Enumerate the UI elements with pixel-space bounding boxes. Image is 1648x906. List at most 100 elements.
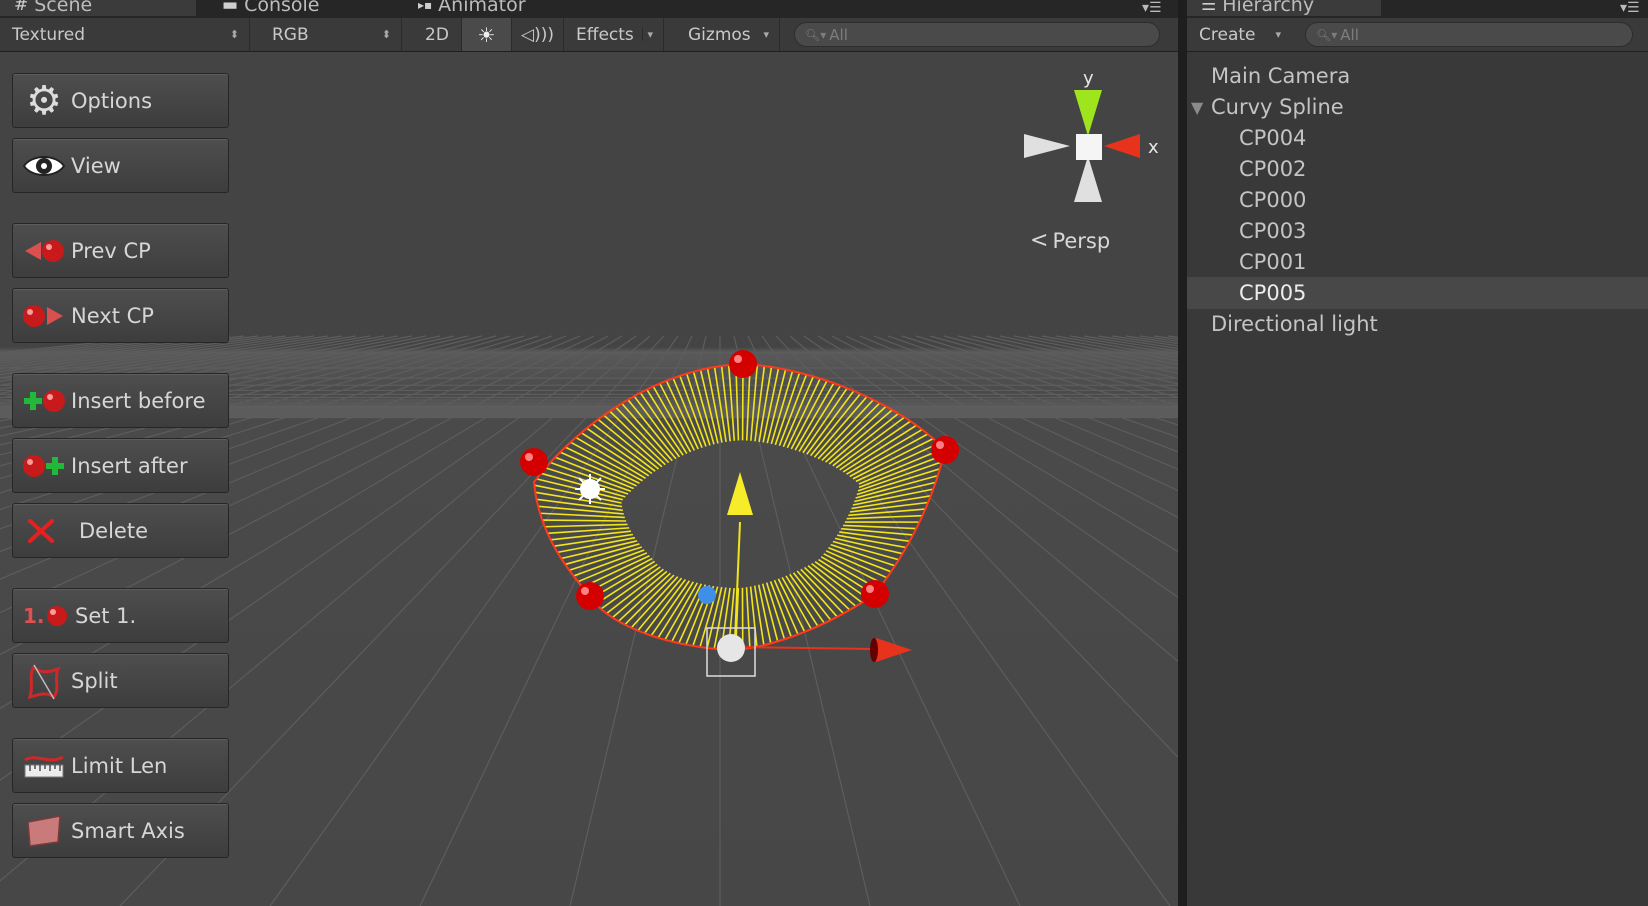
insert-before-button[interactable]: Insert before — [12, 373, 229, 428]
orientation-gizmo[interactable]: y x — [1012, 64, 1172, 214]
tab-scene[interactable]: # Scene — [0, 0, 196, 16]
effects-label: Effects — [576, 24, 634, 45]
hierarchy-item-cp005[interactable]: CP005 — [1187, 277, 1648, 309]
2d-toggle-button[interactable]: 2D — [414, 18, 462, 51]
hierarchy-item-label: CP001 — [1239, 250, 1307, 274]
next-cp-icon — [19, 296, 69, 336]
scene-search-placeholder: All — [829, 25, 848, 44]
hierarchy-item-label: CP002 — [1239, 157, 1307, 181]
gizmo-x-label: x — [1148, 137, 1159, 158]
scene-audio-toggle[interactable]: ◁))) — [512, 18, 564, 51]
hierarchy-item-label: Directional light — [1211, 312, 1378, 336]
next-cp-button[interactable]: Next CP — [12, 288, 229, 343]
split-button[interactable]: Split — [12, 653, 229, 708]
x-axis-cone[interactable] — [1104, 134, 1140, 158]
updown-icon: ⬍ — [229, 28, 239, 41]
search-icon: 🔍︎▾ — [1316, 27, 1338, 42]
expand-triangle-icon[interactable]: ▼ — [1191, 98, 1211, 117]
prev-cp-label: Prev CP — [71, 238, 151, 263]
tab-console[interactable]: ▬ Console — [208, 0, 398, 16]
hierarchy-item-cp003[interactable]: CP003 — [1187, 215, 1648, 247]
effects-dropdown[interactable]: Effects ▾ — [564, 18, 664, 51]
eye-icon — [19, 146, 69, 186]
ruler-icon — [19, 746, 69, 786]
set-first-label: Set 1. — [75, 603, 137, 628]
projection-toggle[interactable]: < Persp — [1030, 228, 1110, 253]
insert-after-button[interactable]: Insert after — [12, 438, 229, 493]
hierarchy-item-label: CP005 — [1239, 281, 1307, 305]
shading-mode-dropdown[interactable]: Textured ⬍ — [0, 18, 250, 51]
neg-x-axis-cone[interactable] — [1024, 134, 1070, 158]
sun-icon: ☀ — [477, 22, 496, 47]
light-gizmo-icon[interactable] — [575, 474, 605, 504]
control-point[interactable] — [520, 448, 548, 476]
delete-button[interactable]: Delete — [12, 503, 229, 558]
2d-label: 2D — [425, 24, 449, 45]
scene-toolbar: Textured ⬍ RGB ⬍ 2D ☀ ◁))) Effects ▾ Giz… — [0, 18, 1178, 52]
hierarchy-item-cp001[interactable]: CP001 — [1187, 246, 1648, 278]
tab-animator[interactable]: ▸▪ Animator — [404, 0, 594, 16]
hierarchy-toolbar: Create ▾ 🔍︎▾ All — [1187, 18, 1648, 52]
hierarchy-item-label: Main Camera — [1211, 64, 1351, 88]
control-point[interactable] — [729, 350, 757, 378]
options-button[interactable]: ⚙ Options — [12, 73, 229, 128]
smart-axis-button[interactable]: Smart Axis — [12, 803, 229, 858]
hierarchy-search-input[interactable]: 🔍︎▾ All — [1305, 22, 1633, 47]
list-icon: ☰ — [1201, 0, 1217, 15]
scene-lighting-toggle[interactable]: ☀ — [462, 18, 512, 51]
hierarchy-item-curvy-spline[interactable]: ▼ Curvy Spline — [1187, 91, 1648, 123]
options-label: Options — [71, 88, 153, 113]
hierarchy-panel: Main Camera ▼ Curvy Spline CP004 CP002 C… — [1187, 52, 1648, 906]
smart-axis-label: Smart Axis — [71, 818, 185, 843]
prev-cp-button[interactable]: Prev CP — [12, 223, 229, 278]
limit-len-label: Limit Len — [71, 753, 168, 778]
delete-x-icon — [19, 511, 77, 551]
next-cp-label: Next CP — [71, 303, 154, 328]
gizmos-dropdown[interactable]: Gizmos ▾ — [676, 18, 780, 51]
control-point[interactable] — [576, 582, 604, 610]
set-first-button[interactable]: 1. Set 1. — [12, 588, 229, 643]
insert-after-icon — [19, 446, 69, 486]
move-gizmo[interactable] — [706, 472, 912, 677]
animator-icon: ▸▪ — [418, 0, 433, 12]
set-first-icon: 1. — [19, 596, 73, 636]
projection-label: Persp — [1052, 228, 1111, 253]
tab-console-label: Console — [244, 0, 320, 16]
hierarchy-item-cp002[interactable]: CP002 — [1187, 153, 1648, 185]
create-dropdown[interactable]: Create ▾ — [1187, 18, 1291, 51]
control-point[interactable] — [931, 436, 959, 464]
tab-strip: # Scene ▬ Console ▸▪ Animator ▾☰ ☰ Hiera… — [0, 0, 1648, 18]
y-axis-cone[interactable] — [1074, 90, 1102, 136]
tangent-handle[interactable] — [698, 586, 716, 604]
grid-icon: # — [14, 0, 29, 15]
hierarchy-item-label: CP004 — [1239, 126, 1307, 150]
console-icon: ▬ — [222, 0, 239, 15]
center-cube[interactable] — [1076, 134, 1102, 160]
prev-cp-icon — [19, 231, 69, 271]
hierarchy-item-label: CP000 — [1239, 188, 1307, 212]
shading-mode-value: Textured — [12, 24, 86, 45]
hierarchy-search-placeholder: All — [1340, 25, 1359, 44]
split-icon — [19, 661, 69, 701]
tab-hierarchy[interactable]: ☰ Hierarchy — [1187, 0, 1381, 16]
hierarchy-item-label: Curvy Spline — [1211, 95, 1344, 119]
view-label: View — [71, 153, 121, 178]
view-button[interactable]: View — [12, 138, 229, 193]
control-point[interactable] — [861, 580, 889, 608]
neg-y-axis-cone[interactable] — [1074, 156, 1102, 202]
tab-animator-label: Animator — [438, 0, 526, 16]
panel-divider[interactable] — [1178, 0, 1187, 906]
scene-panel-menu-icon[interactable]: ▾☰ — [1142, 0, 1162, 16]
scene-search-input[interactable]: 🔍︎▾ All — [794, 22, 1160, 47]
insert-before-icon — [19, 381, 69, 421]
hierarchy-item-directional-light[interactable]: Directional light — [1187, 308, 1648, 340]
limit-len-button[interactable]: Limit Len — [12, 738, 229, 793]
set-first-icon-text: 1. — [23, 603, 45, 628]
hierarchy-item-cp000[interactable]: CP000 — [1187, 184, 1648, 216]
hierarchy-panel-menu-icon[interactable]: ▾☰ — [1620, 0, 1640, 16]
hierarchy-item-label: CP003 — [1239, 219, 1307, 243]
render-mode-dropdown[interactable]: RGB ⬍ — [260, 18, 402, 51]
hierarchy-item-main-camera[interactable]: Main Camera — [1187, 60, 1648, 92]
scene-view[interactable]: y x < Persp ⚙ Options View Prev CP Next … — [0, 52, 1178, 906]
hierarchy-item-cp004[interactable]: CP004 — [1187, 122, 1648, 154]
